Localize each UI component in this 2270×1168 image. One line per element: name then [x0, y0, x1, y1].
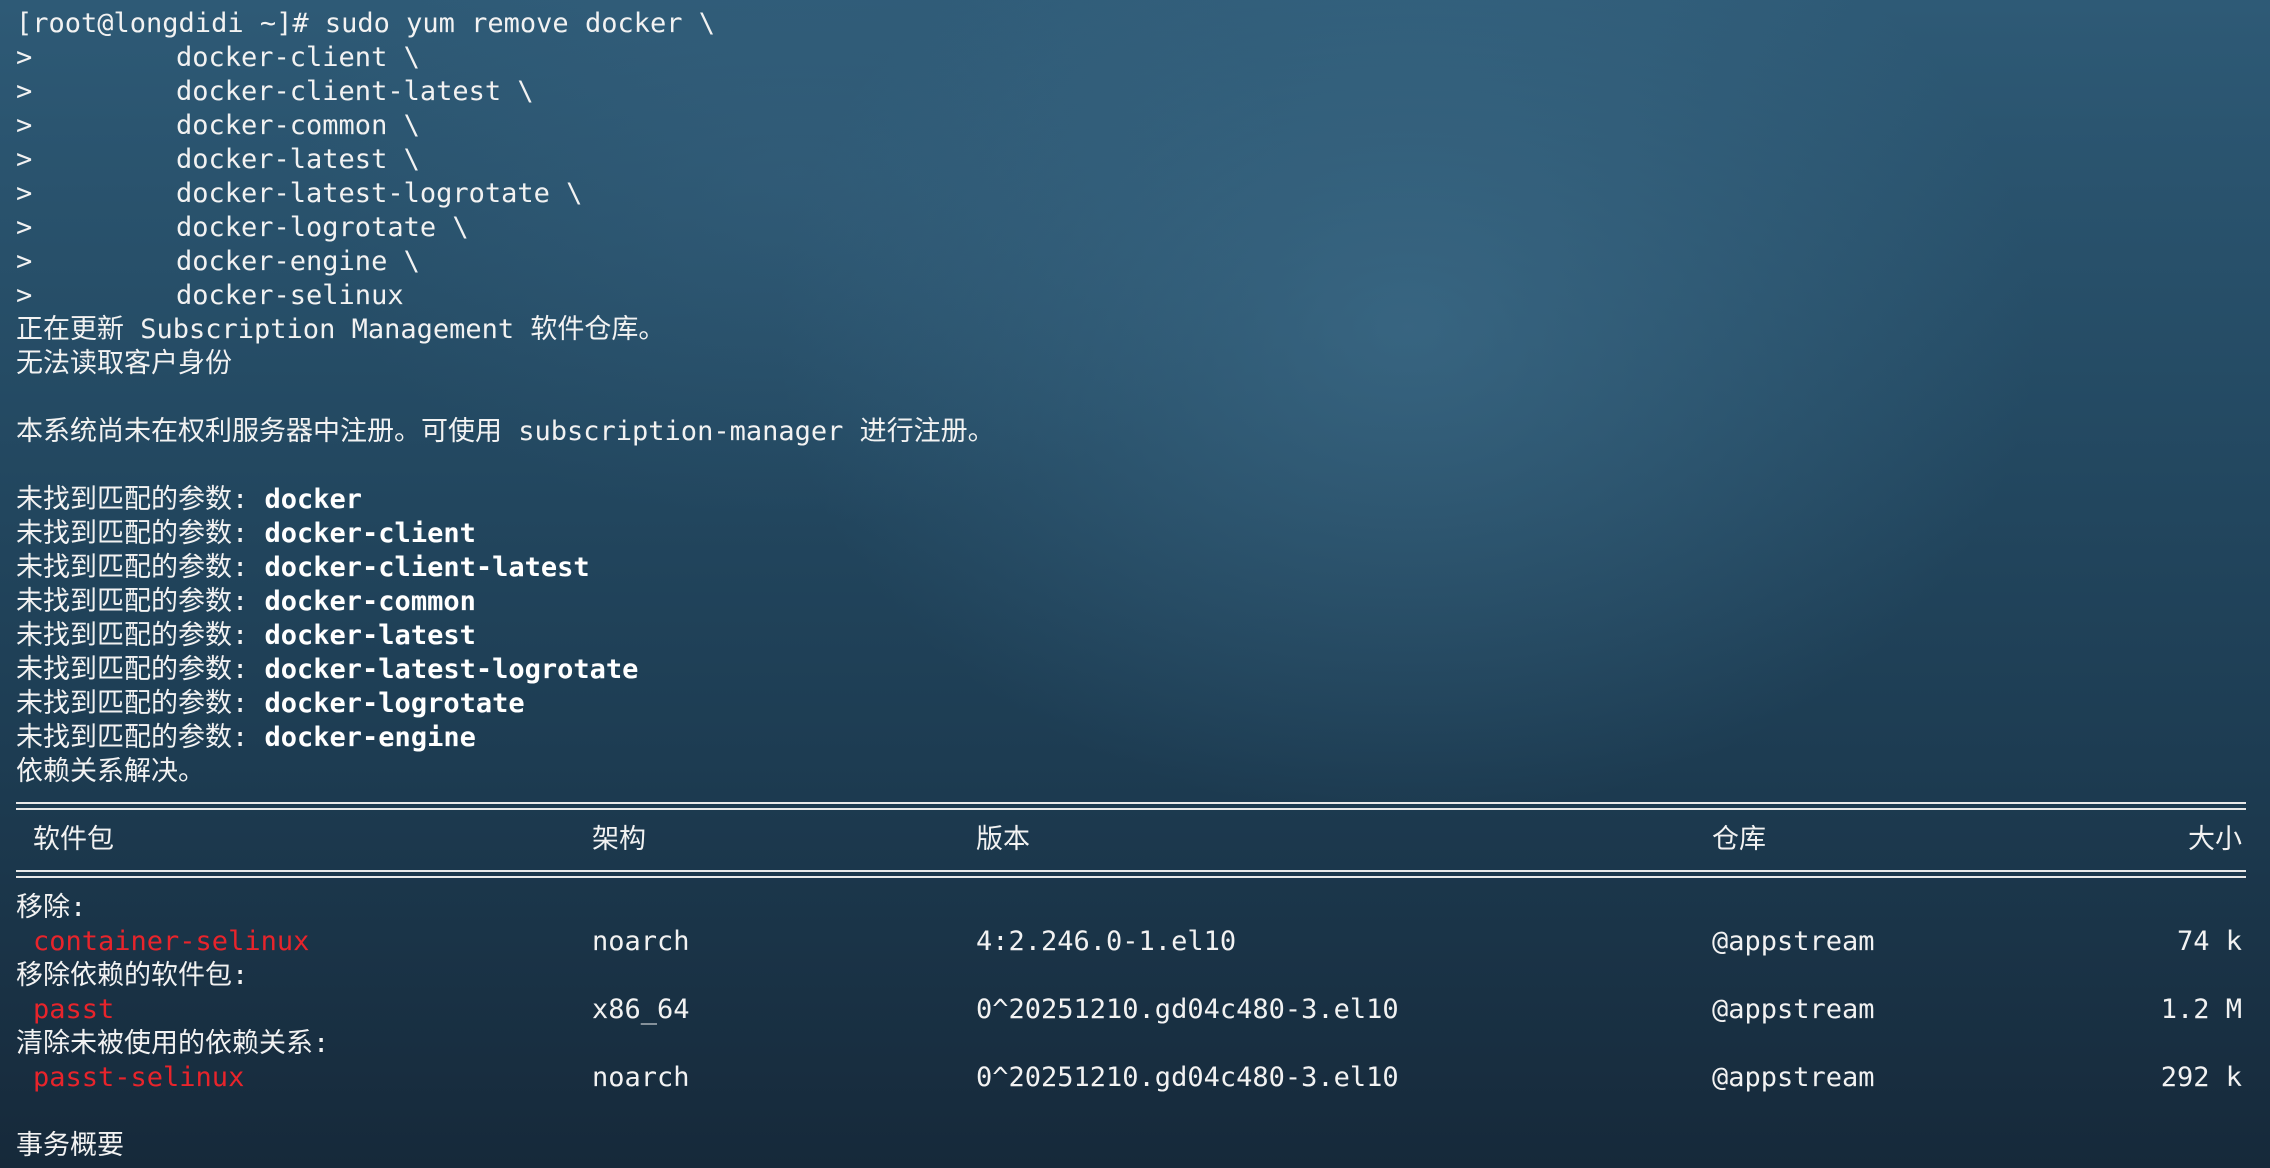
no-match-prefix: 未找到匹配的参数:	[16, 552, 265, 583]
no-match-arg: docker-latest	[264, 620, 476, 651]
package-name: container-selinux	[33, 926, 310, 957]
continuation-prompt: >	[16, 280, 33, 311]
no-match-arg: docker-client-latest	[264, 552, 590, 583]
no-match-prefix: 未找到匹配的参数:	[16, 722, 265, 753]
package-version: 0^20251210.gd04c480-3.el10	[976, 994, 1399, 1025]
deps-resolved-message: 依赖关系解决。	[16, 756, 205, 787]
table-row: passt x86_64 0^20251210.gd04c480-3.el10 …	[16, 993, 2256, 1027]
no-match-arg: docker-common	[264, 586, 476, 617]
no-match-arg: docker-client	[264, 518, 476, 549]
continuation-prompt: >	[16, 110, 33, 141]
terminal-output[interactable]: [root@longdidi ~]# sudo yum remove docke…	[16, 7, 2256, 1168]
continuation-text: docker-latest \	[176, 144, 420, 175]
no-match-line: 未找到匹配的参数: docker-engine	[16, 721, 2256, 755]
no-match-line: 未找到匹配的参数: docker-client	[16, 517, 2256, 551]
continuation-text: docker-client-latest \	[176, 76, 534, 107]
package-repo: @appstream	[1712, 926, 1875, 957]
table-rule-bottom	[16, 857, 2256, 891]
no-match-arg: docker	[264, 484, 363, 515]
continuation-prompt: >	[16, 246, 33, 277]
package-repo: @appstream	[1712, 1062, 1875, 1093]
no-match-prefix: 未找到匹配的参数:	[16, 586, 265, 617]
continuation-text: docker-common \	[176, 110, 420, 141]
continuation-prompt: >	[16, 212, 33, 243]
package-size: 74 k	[2176, 926, 2242, 957]
no-match-line: 未找到匹配的参数: docker-logrotate	[16, 687, 2256, 721]
continuation-text: docker-latest-logrotate \	[176, 178, 583, 209]
header-arch: 架构	[592, 824, 646, 855]
continuation-line: > docker-client-latest \	[16, 75, 2256, 109]
no-match-arg: docker-latest-logrotate	[264, 654, 639, 685]
header-version: 版本	[976, 824, 1030, 855]
continuation-prompt: >	[16, 178, 33, 209]
no-match-line: 未找到匹配的参数: docker-latest	[16, 619, 2256, 653]
continuation-text: docker-client \	[176, 42, 420, 73]
no-match-prefix: 未找到匹配的参数:	[16, 518, 265, 549]
package-arch: noarch	[592, 1062, 690, 1093]
header-package: 软件包	[33, 824, 114, 855]
continuation-line: > docker-latest-logrotate \	[16, 177, 2256, 211]
no-match-line: 未找到匹配的参数: docker-common	[16, 585, 2256, 619]
no-match-line: 未找到匹配的参数: docker	[16, 483, 2256, 517]
no-identity-message: 无法读取客户身份	[16, 348, 232, 379]
package-arch: noarch	[592, 926, 690, 957]
package-name: passt-selinux	[33, 1062, 245, 1093]
not-registered-message: 本系统尚未在权利服务器中注册。可使用 subscription-manager …	[16, 416, 995, 447]
package-repo: @appstream	[1712, 994, 1875, 1025]
package-arch: x86_64	[592, 994, 690, 1025]
no-match-prefix: 未找到匹配的参数:	[16, 484, 265, 515]
continuation-text: docker-logrotate \	[176, 212, 469, 243]
no-match-line: 未找到匹配的参数: docker-latest-logrotate	[16, 653, 2256, 687]
header-size: 大小	[2188, 824, 2242, 855]
no-match-arg: docker-logrotate	[264, 688, 525, 719]
continuation-line: > docker-selinux	[16, 279, 2256, 313]
package-size: 1.2 M	[2160, 994, 2242, 1025]
no-match-prefix: 未找到匹配的参数:	[16, 620, 265, 651]
continuation-prompt: >	[16, 144, 33, 175]
package-name: passt	[33, 994, 115, 1025]
no-match-prefix: 未找到匹配的参数:	[16, 688, 265, 719]
continuation-line: > docker-latest \	[16, 143, 2256, 177]
continuation-line: > docker-client \	[16, 41, 2256, 75]
group-title-unused-deps: 清除未被使用的依赖关系:	[16, 1028, 330, 1059]
continuation-line: > docker-logrotate \	[16, 211, 2256, 245]
updating-repos-message: 正在更新 Subscription Management 软件仓库。	[16, 314, 666, 345]
package-size: 292 k	[2160, 1062, 2242, 1093]
command-line: [root@longdidi ~]# sudo yum remove docke…	[16, 8, 715, 39]
continuation-text: docker-selinux	[176, 280, 404, 311]
summary-heading: 事务概要	[16, 1130, 124, 1161]
package-version: 0^20251210.gd04c480-3.el10	[976, 1062, 1399, 1093]
no-match-prefix: 未找到匹配的参数:	[16, 654, 265, 685]
continuation-prompt: >	[16, 42, 33, 73]
no-match-arg: docker-engine	[264, 722, 476, 753]
table-header: 软件包 架构 版本 仓库 大小	[16, 823, 2256, 857]
continuation-text: docker-engine \	[176, 246, 420, 277]
continuation-line: > docker-engine \	[16, 245, 2256, 279]
table-row: passt-selinux noarch 0^20251210.gd04c480…	[16, 1061, 2256, 1095]
group-title-remove-deps: 移除依赖的软件包:	[16, 960, 249, 991]
no-match-line: 未找到匹配的参数: docker-client-latest	[16, 551, 2256, 585]
table-rule-top	[16, 789, 2256, 823]
package-version: 4:2.246.0-1.el10	[976, 926, 1237, 957]
continuation-prompt: >	[16, 76, 33, 107]
table-row: container-selinux noarch 4:2.246.0-1.el1…	[16, 925, 2256, 959]
group-title-remove: 移除:	[16, 892, 87, 923]
header-repo: 仓库	[1712, 824, 1766, 855]
continuation-line: > docker-common \	[16, 109, 2256, 143]
